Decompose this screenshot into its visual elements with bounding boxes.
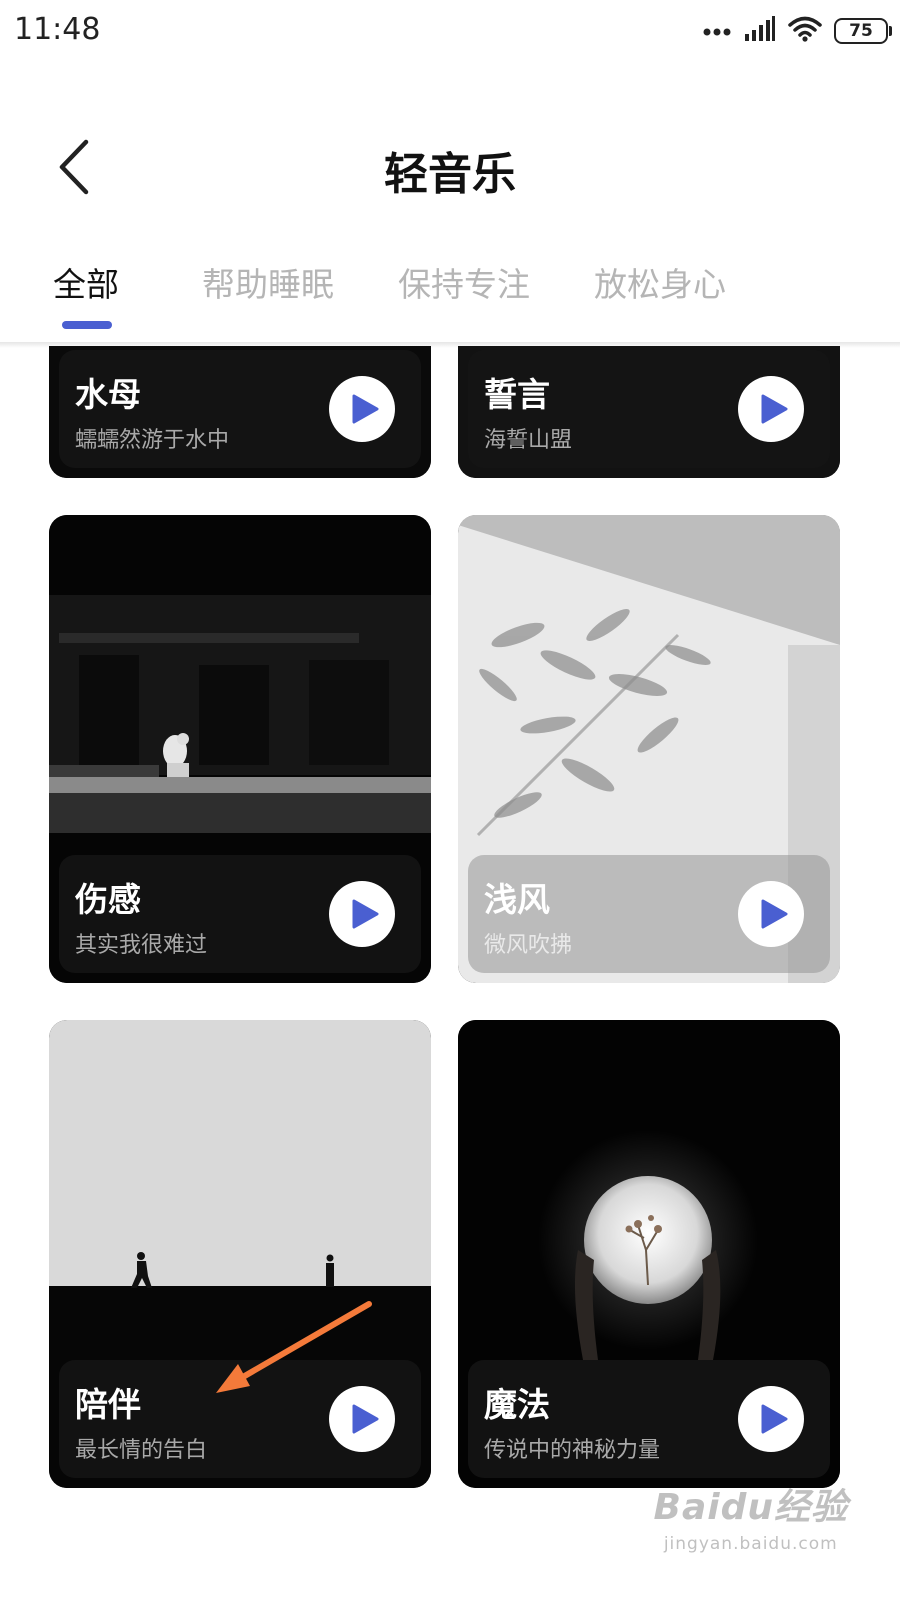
- watermark: Baidu经验 jingyan.baidu.com: [654, 1478, 848, 1554]
- card-subtitle: 蠕蠕然游于水中: [75, 428, 230, 453]
- card-title: 陪伴: [75, 1385, 141, 1424]
- watermark-logo: Baidu经验: [653, 1487, 848, 1528]
- battery-icon: 75: [834, 18, 892, 44]
- music-list[interactable]: 水母 蠕蠕然游于水中 誓言 海誓山盟 伤感 其实我很难过 浅风 微风吹拂 陪伴 …: [0, 346, 900, 1600]
- play-button[interactable]: [738, 1386, 804, 1452]
- card-title: 伤感: [75, 880, 141, 919]
- active-tab-indicator: [62, 321, 112, 329]
- status-bar: 11:48 75: [0, 0, 900, 62]
- music-card-company[interactable]: 陪伴 最长情的告白: [49, 1020, 431, 1488]
- play-button[interactable]: [329, 881, 395, 947]
- page-title: 轻音乐: [384, 149, 516, 200]
- card-info: 伤感 其实我很难过: [59, 855, 421, 973]
- card-subtitle: 其实我很难过: [75, 933, 208, 958]
- tab-focus[interactable]: 保持专注: [398, 258, 530, 306]
- music-card-oath[interactable]: 誓言 海誓山盟: [458, 346, 840, 478]
- card-info: 誓言 海誓山盟: [468, 350, 830, 468]
- play-icon: [352, 394, 379, 424]
- music-card-breeze[interactable]: 浅风 微风吹拂: [458, 515, 840, 983]
- play-button[interactable]: [329, 1386, 395, 1452]
- card-subtitle: 传说中的神秘力量: [484, 1438, 661, 1463]
- category-tabs: 全部 帮助睡眠 保持专注 放松身心: [0, 250, 900, 340]
- watermark-url: jingyan.baidu.com: [663, 1534, 838, 1554]
- card-title: 水母: [75, 375, 141, 414]
- play-icon: [352, 1404, 379, 1434]
- card-title: 浅风: [484, 880, 550, 919]
- card-info: 浅风 微风吹拂: [468, 855, 830, 973]
- tab-sleep[interactable]: 帮助睡眠: [202, 258, 334, 306]
- play-icon: [761, 899, 788, 929]
- play-icon: [761, 1404, 788, 1434]
- status-icons: 75: [702, 14, 892, 48]
- play-icon: [352, 899, 379, 929]
- music-card-jellyfish[interactable]: 水母 蠕蠕然游于水中: [49, 346, 431, 478]
- play-button[interactable]: [738, 376, 804, 442]
- card-info: 陪伴 最长情的告白: [59, 1360, 421, 1478]
- play-button[interactable]: [738, 881, 804, 947]
- wifi-icon: [788, 15, 822, 47]
- card-info: 水母 蠕蠕然游于水中: [59, 350, 421, 468]
- tab-relax[interactable]: 放松身心: [594, 258, 726, 306]
- card-title: 誓言: [484, 375, 550, 414]
- card-info: 魔法 传说中的神秘力量: [468, 1360, 830, 1478]
- card-subtitle: 微风吹拂: [484, 933, 573, 958]
- play-button[interactable]: [329, 376, 395, 442]
- battery-level: 75: [849, 21, 873, 41]
- play-icon: [761, 394, 788, 424]
- more-dots-icon: [702, 22, 732, 41]
- card-title: 魔法: [484, 1385, 550, 1424]
- tab-all[interactable]: 全部: [53, 258, 119, 306]
- status-time: 11:48: [14, 12, 101, 47]
- card-subtitle: 海誓山盟: [484, 428, 573, 453]
- card-subtitle: 最长情的告白: [75, 1438, 208, 1463]
- music-card-magic[interactable]: 魔法 传说中的神秘力量: [458, 1020, 840, 1488]
- signal-icon: [744, 16, 776, 46]
- music-card-sad[interactable]: 伤感 其实我很难过: [49, 515, 431, 983]
